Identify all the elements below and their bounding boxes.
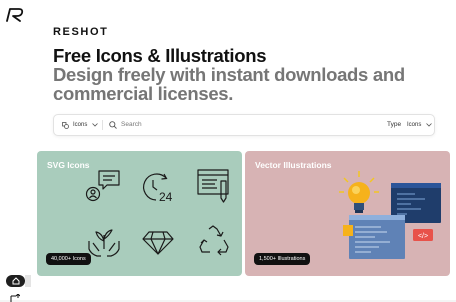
reshot-logo-icon[interactable] [6,8,24,22]
icons-count-badge: 40,000+ Icons [46,253,91,265]
clock-24-label: 24 [159,190,173,203]
search-bar: Icons Search Type Icons [53,114,435,136]
recycle-icon [199,225,229,256]
category-select[interactable]: Icons [62,115,99,135]
main-content: RESHOT Free Icons & Illustrations Design… [31,0,456,300]
chevron-down-icon [92,123,99,127]
browser-pencil-icon [197,169,229,203]
home-button[interactable] [6,275,25,287]
type-select-value: Icons [407,122,422,128]
hands-plant-icon [88,229,120,257]
export-icon[interactable] [10,294,20,302]
brand-wordmark[interactable]: RESHOT [53,26,108,38]
svg-text:</>: </> [418,233,428,240]
page-subtitle: Design freely with instant downloads and… [53,64,405,104]
left-rail [0,0,50,302]
vector-illustrations-card[interactable]: Vector Illustrations </> 1,500+ Illustra… [245,151,450,276]
category-icon [62,121,69,129]
search-divider [102,120,103,130]
card-title: Vector Illustrations [255,160,332,170]
home-icon [12,277,19,285]
diamond-icon [142,231,174,255]
search-input[interactable]: Search [121,115,142,135]
developer-illustration-icon: </> [339,171,441,259]
type-select[interactable]: Icons [407,115,433,135]
chevron-down-icon [426,123,433,127]
search-icon [109,121,117,129]
user-chat-icon [85,170,120,202]
svg-icons-card[interactable]: SVG Icons 24 40,000+ Icons [37,151,242,276]
clock-24-icon: 24 [143,173,173,203]
type-label: Type [387,121,402,128]
card-title: SVG Icons [47,160,90,170]
category-select-value: Icons [73,122,88,128]
illustrations-count-badge: 1,500+ Illustrations [254,253,311,265]
